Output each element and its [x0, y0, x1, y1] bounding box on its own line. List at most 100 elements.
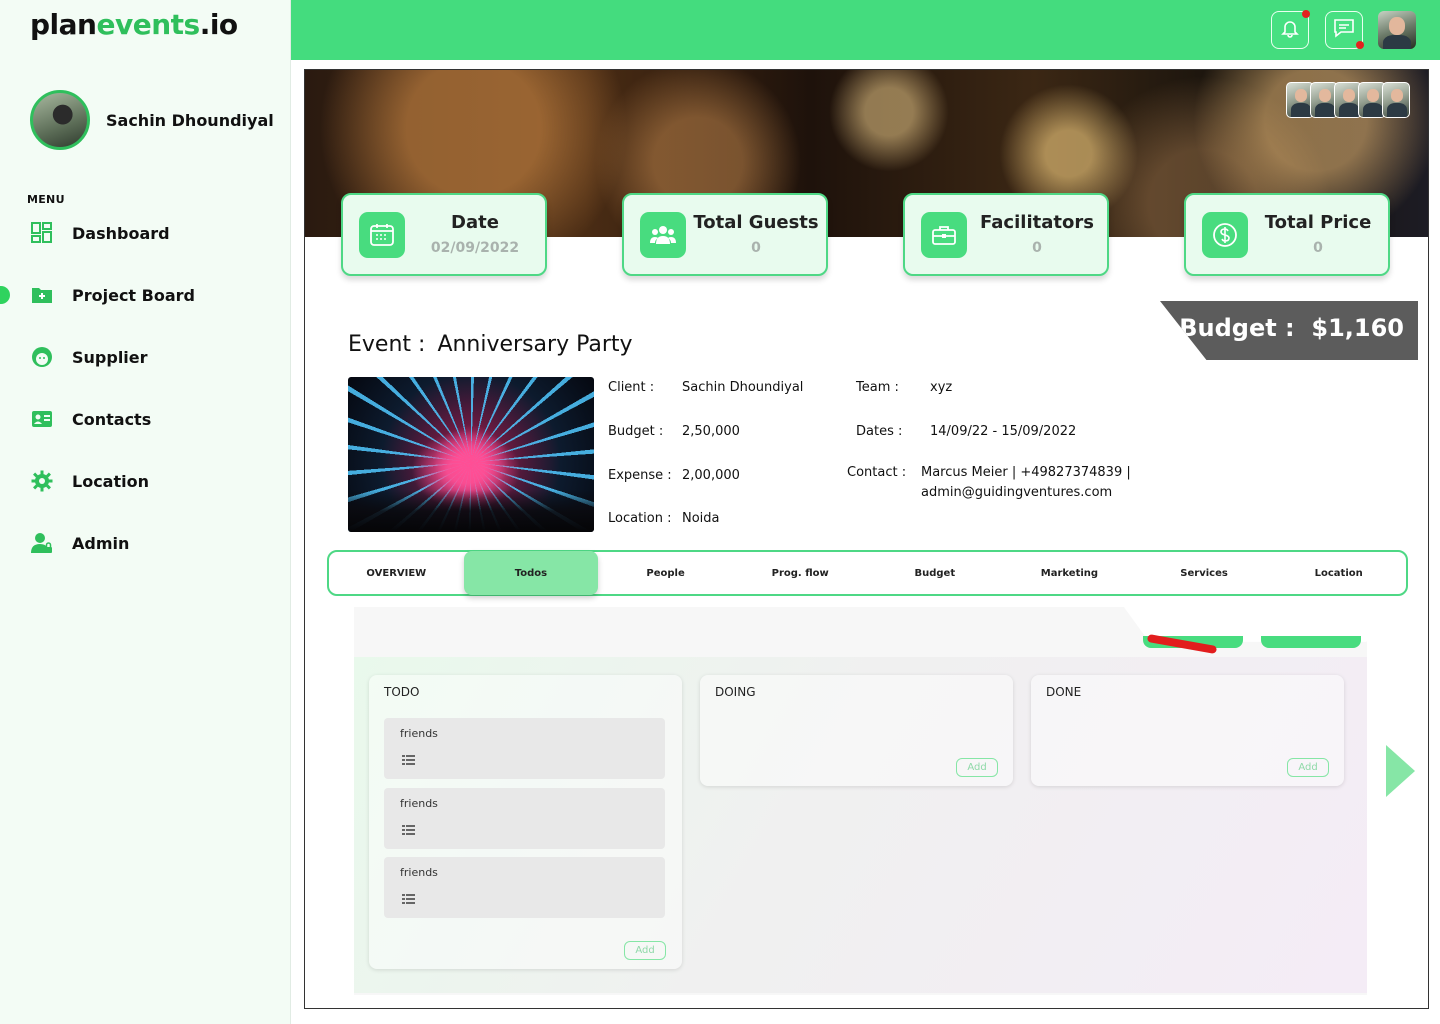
tab-people[interactable]: People: [598, 552, 733, 594]
notification-button[interactable]: [1271, 10, 1310, 49]
task-card-title: friends: [400, 797, 438, 810]
stat-card-facilitators: Facilitators 0: [903, 193, 1109, 276]
sidebar-item-dashboard[interactable]: Dashboard: [0, 218, 291, 248]
stat-card-total-price: Total Price 0: [1184, 193, 1390, 276]
menu-label: MENU: [27, 193, 65, 206]
sidebar-item-project-board[interactable]: Project Board: [0, 280, 291, 310]
task-card[interactable]: friends: [384, 857, 665, 918]
task-card[interactable]: friends: [384, 718, 665, 779]
sidebar-item-label: Supplier: [72, 347, 148, 367]
task-card-title: friends: [400, 866, 438, 879]
stat-title: Facilitators: [980, 212, 1094, 233]
avatar-body: [1383, 35, 1411, 49]
info-label: Client :: [608, 380, 655, 395]
tab-marketing[interactable]: Marketing: [1002, 552, 1137, 594]
sidebar-item-label: Project Board: [72, 285, 195, 305]
info-label: Budget :: [608, 424, 664, 439]
logo-text-io: .io: [199, 8, 238, 41]
avatar-face: [1389, 17, 1405, 35]
tab-budget[interactable]: Budget: [868, 552, 1003, 594]
sidebar-item-label: Admin: [72, 533, 130, 553]
sidebar-item-supplier[interactable]: Supplier: [0, 342, 291, 372]
user-profile[interactable]: Sachin Dhoundiyal: [30, 90, 274, 150]
tab-prog-flow[interactable]: Prog. flow: [733, 552, 868, 594]
face-icon: [31, 346, 53, 368]
info-label: Contact :: [847, 465, 907, 480]
board-toolbar-button[interactable]: [1261, 636, 1361, 648]
sidebar-item-contacts[interactable]: Contacts: [0, 404, 291, 434]
info-value: xyz: [930, 380, 953, 395]
stat-value: 02/09/2022: [430, 240, 520, 256]
app-logo[interactable]: planevents.io: [30, 8, 238, 41]
info-label: Dates :: [856, 424, 903, 439]
tab-location[interactable]: Location: [1271, 552, 1406, 594]
event-label: Event :: [348, 332, 426, 357]
guest-avatar: [1382, 82, 1410, 118]
budget-banner-text: Budget : $1,160: [1179, 314, 1404, 342]
column-title: DOING: [715, 685, 756, 699]
user-name: Sachin Dhoundiyal: [106, 110, 274, 130]
sidebar-nav: Dashboard Project Board Supplier Contact…: [0, 218, 291, 590]
chat-icon: [1333, 18, 1355, 42]
avatar: [30, 90, 90, 150]
event-thumbnail-crowd: [348, 490, 594, 532]
board-toolbar: [1143, 622, 1363, 655]
info-dates: Dates : 14/09/22 - 15/09/2022: [856, 424, 1076, 439]
active-indicator: [0, 286, 10, 304]
info-budget: Budget : 2,50,000: [608, 424, 740, 439]
stat-value: 0: [1313, 240, 1323, 256]
stat-value: 0: [751, 240, 761, 256]
add-task-button[interactable]: Add: [624, 941, 666, 960]
info-value-email[interactable]: admin@guidingventures.com: [921, 485, 1112, 500]
info-value: 14/09/22 - 15/09/2022: [930, 424, 1077, 439]
stat-card-date: Date 02/09/2022: [341, 193, 547, 276]
event-thumbnail: [348, 377, 594, 532]
board-column-doing: DOING Add: [700, 675, 1013, 786]
sidebar-item-location[interactable]: Location: [0, 466, 291, 496]
messages-button[interactable]: [1325, 11, 1364, 49]
user-avatar-button[interactable]: [1378, 11, 1416, 49]
event-tabs: OVERVIEW Todos People Prog. flow Budget …: [327, 550, 1408, 596]
info-label: Expense :: [608, 468, 672, 483]
contact-card-icon: [31, 408, 53, 430]
info-label: Location :: [608, 511, 672, 526]
event-panel: Date 02/09/2022 Total Guests 0 Facilitat…: [304, 69, 1429, 1009]
list-icon: [402, 889, 415, 908]
budget-banner-label: Budget :: [1179, 314, 1295, 342]
info-value: Noida: [682, 511, 720, 526]
sidebar-item-admin[interactable]: Admin: [0, 528, 291, 558]
calendar-icon: [359, 212, 405, 258]
info-value: 2,50,000: [682, 424, 740, 439]
stat-value: 0: [1032, 240, 1042, 256]
info-location: Location : Noida: [608, 511, 720, 526]
message-dot: [1356, 41, 1364, 49]
tab-overview[interactable]: OVERVIEW: [329, 552, 464, 594]
board-column-done: DONE Add: [1031, 675, 1344, 786]
tab-todos[interactable]: Todos: [463, 551, 599, 595]
add-task-button[interactable]: Add: [956, 758, 998, 777]
user-lock-icon: [31, 532, 53, 554]
list-icon: [402, 820, 415, 839]
grid-icon: [31, 222, 53, 244]
sidebar-item-label: Location: [72, 471, 149, 491]
sidebar: planevents.io Sachin Dhoundiyal MENU Das…: [0, 0, 291, 1024]
info-value: 2,00,000: [682, 468, 740, 483]
info-label: Team :: [856, 380, 899, 395]
folder-add-icon: [31, 284, 53, 306]
sidebar-item-label: Contacts: [72, 409, 152, 429]
budget-banner-value: $1,160: [1311, 314, 1404, 342]
stat-title: Total Price: [1264, 212, 1372, 233]
logo-text-events: events: [96, 8, 200, 41]
tab-services[interactable]: Services: [1137, 552, 1272, 594]
bell-icon: [1280, 18, 1300, 42]
next-arrow-button[interactable]: [1386, 745, 1415, 797]
guest-avatars[interactable]: [1286, 82, 1410, 118]
top-bar: [291, 0, 1440, 60]
info-team: Team : xyz: [856, 380, 952, 395]
sidebar-item-label: Dashboard: [72, 223, 170, 243]
stat-card-total-guests: Total Guests 0: [622, 193, 828, 276]
add-task-button[interactable]: Add: [1287, 758, 1329, 777]
info-expense: Expense : 2,00,000: [608, 468, 740, 483]
event-title: Event : Anniversary Party: [348, 332, 633, 357]
task-card[interactable]: friends: [384, 788, 665, 849]
